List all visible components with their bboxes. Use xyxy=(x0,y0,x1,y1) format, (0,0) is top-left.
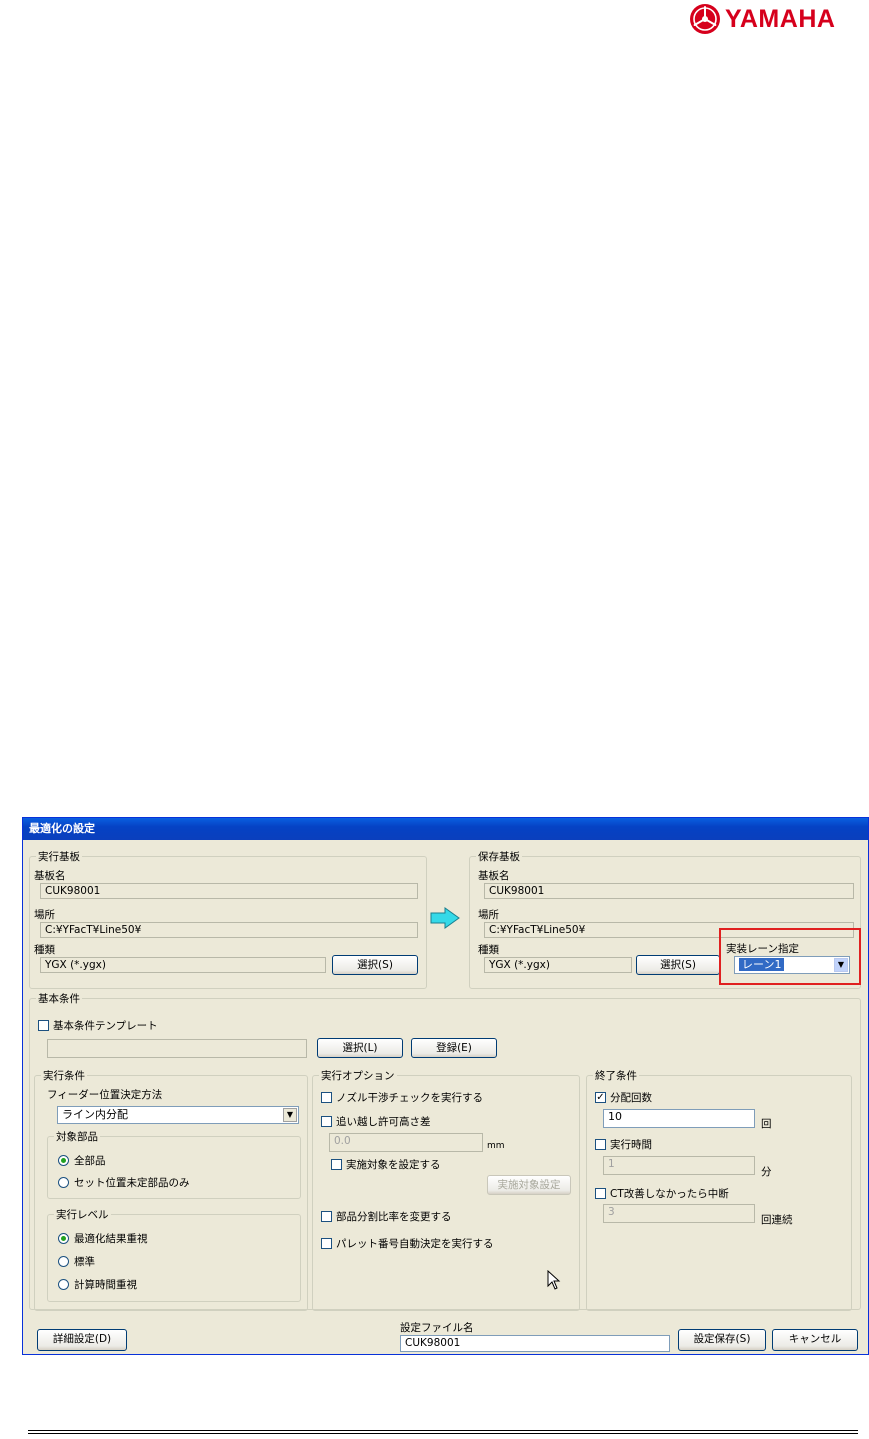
ct-abort-label: CT改善しなかったら中断 xyxy=(610,1188,729,1200)
template-select-button[interactable]: 選択(L) xyxy=(317,1038,403,1058)
cancel-button[interactable]: キャンセル xyxy=(772,1329,858,1351)
dist-count-field[interactable]: 10 xyxy=(603,1109,755,1128)
basic-conditions-group: 基本条件 基本条件テンプレート 選択(L) 登録(E) 実行条件 フィーダー位置… xyxy=(29,991,861,1311)
template-checkbox[interactable] xyxy=(38,1020,49,1031)
save-board-type-label: 種類 xyxy=(478,944,499,956)
target-parts-group: 対象部品 全部品 セット位置未定部品のみ xyxy=(47,1129,301,1199)
target-unset-radio[interactable] xyxy=(58,1177,69,1188)
end-conditions-group: 終了条件 ✓ 分配回数 10 回 実行時間 1 分 CT改善しなかったら中断 3… xyxy=(586,1068,852,1311)
template-register-button[interactable]: 登録(E) xyxy=(411,1038,497,1058)
logo-text: YAMAHA xyxy=(725,4,836,33)
exec-conditions-legend: 実行条件 xyxy=(41,1068,87,1083)
save-board-name-field: CUK98001 xyxy=(484,883,854,899)
level-standard-label: 標準 xyxy=(74,1256,95,1268)
detail-settings-button[interactable]: 詳細設定(D) xyxy=(37,1329,127,1351)
exec-board-group: 実行基板 基板名 CUK98001 場所 C:¥YFacT¥Line50¥ 種類… xyxy=(29,849,427,989)
page-bottom-rule xyxy=(28,1430,858,1431)
ct-abort-checkbox[interactable] xyxy=(595,1188,606,1199)
dialog-title: 最適化の設定 xyxy=(23,818,868,840)
save-board-legend: 保存基板 xyxy=(476,849,522,864)
exec-board-legend: 実行基板 xyxy=(36,849,82,864)
exec-level-group: 実行レベル 最適化結果重視 標準 計算時間重視 xyxy=(47,1207,301,1302)
yamaha-logo: YAMAHA xyxy=(688,2,854,36)
exec-options-legend: 実行オプション xyxy=(319,1068,397,1083)
exec-board-location-field: C:¥YFacT¥Line50¥ xyxy=(40,922,418,938)
feeder-method-label: フィーダー位置決定方法 xyxy=(47,1089,163,1101)
save-settings-button[interactable]: 設定保存(S) xyxy=(678,1329,766,1351)
exec-board-type-field: YGX (*.ygx) xyxy=(40,957,326,973)
settings-file-label: 設定ファイル名 xyxy=(400,1322,474,1334)
tuning-fork-emblem-icon xyxy=(690,4,720,34)
target-unset-label: セット位置未定部品のみ xyxy=(74,1177,190,1189)
save-board-type-field: YGX (*.ygx) xyxy=(484,957,632,973)
level-time-radio[interactable] xyxy=(58,1279,69,1290)
optimization-settings-dialog: 最適化の設定 実行基板 基板名 CUK98001 場所 C:¥YFacT¥Lin… xyxy=(22,817,869,1355)
basic-conditions-legend: 基本条件 xyxy=(36,991,82,1006)
nozzle-check-checkbox[interactable] xyxy=(321,1092,332,1103)
overtake-unit: mm xyxy=(487,1141,505,1151)
save-board-location-label: 場所 xyxy=(478,909,499,921)
dist-count-label: 分配回数 xyxy=(610,1092,652,1104)
exec-board-name-field: CUK98001 xyxy=(40,883,418,899)
target-parts-legend: 対象部品 xyxy=(54,1129,100,1144)
target-all-label: 全部品 xyxy=(74,1155,106,1167)
level-standard-radio[interactable] xyxy=(58,1256,69,1267)
pallet-auto-checkbox[interactable] xyxy=(321,1238,332,1249)
exec-level-legend: 実行レベル xyxy=(54,1207,111,1222)
exec-time-label: 実行時間 xyxy=(610,1139,652,1151)
exec-conditions-group: 実行条件 フィーダー位置決定方法 ライン内分配 ▼ 対象部品 全部品 セット位置… xyxy=(34,1068,308,1311)
exec-board-type-label: 種類 xyxy=(34,944,55,956)
dist-count-checkbox[interactable]: ✓ xyxy=(595,1092,606,1103)
level-result-radio[interactable] xyxy=(58,1233,69,1244)
level-time-label: 計算時間重視 xyxy=(74,1279,137,1291)
exec-options-group: 実行オプション ノズル干渉チェックを実行する 追い越し許可高さ差 0.0 mm … xyxy=(312,1068,580,1311)
overtake-height-field[interactable]: 0.0 xyxy=(329,1133,483,1152)
highlight-frame xyxy=(719,928,861,985)
nozzle-check-label: ノズル干渉チェックを実行する xyxy=(336,1092,483,1104)
exec-board-location-label: 場所 xyxy=(34,909,55,921)
ratio-change-label: 部品分割比率を変更する xyxy=(336,1211,452,1223)
dist-count-unit: 回 xyxy=(761,1118,772,1130)
save-board-name-label: 基板名 xyxy=(478,870,510,882)
exec-time-unit: 分 xyxy=(761,1166,772,1178)
overtake-label: 追い越し許可高さ差 xyxy=(336,1116,431,1128)
save-board-select-button[interactable]: 選択(S) xyxy=(636,955,720,975)
exec-time-checkbox[interactable] xyxy=(595,1139,606,1150)
page-bottom-rule-2 xyxy=(28,1433,858,1434)
target-all-radio[interactable] xyxy=(58,1155,69,1166)
exec-board-name-label: 基板名 xyxy=(34,870,66,882)
end-conditions-legend: 終了条件 xyxy=(593,1068,639,1083)
target-setting-checkbox[interactable] xyxy=(331,1159,342,1170)
level-result-label: 最適化結果重視 xyxy=(74,1233,148,1245)
settings-file-field[interactable]: CUK98001 xyxy=(400,1335,670,1352)
overtake-checkbox[interactable] xyxy=(321,1116,332,1127)
template-checkbox-label: 基本条件テンプレート xyxy=(53,1020,158,1032)
feeder-method-value: ライン内分配 xyxy=(62,1108,128,1121)
copy-arrow-icon xyxy=(430,907,460,929)
ct-abort-unit: 回連続 xyxy=(761,1214,793,1226)
feeder-method-select[interactable]: ライン内分配 ▼ xyxy=(57,1106,299,1124)
ratio-change-checkbox[interactable] xyxy=(321,1211,332,1222)
exec-board-select-button[interactable]: 選択(S) xyxy=(332,955,418,975)
exec-time-field[interactable]: 1 xyxy=(603,1156,755,1175)
ct-abort-field[interactable]: 3 xyxy=(603,1204,755,1223)
mouse-cursor-icon xyxy=(547,1270,561,1290)
chevron-down-icon[interactable]: ▼ xyxy=(283,1108,297,1122)
target-setting-button[interactable]: 実施対象設定 xyxy=(487,1175,571,1195)
pallet-auto-label: パレット番号自動決定を実行する xyxy=(336,1238,494,1250)
target-setting-label: 実施対象を設定する xyxy=(346,1159,441,1171)
template-name-field xyxy=(47,1039,307,1058)
